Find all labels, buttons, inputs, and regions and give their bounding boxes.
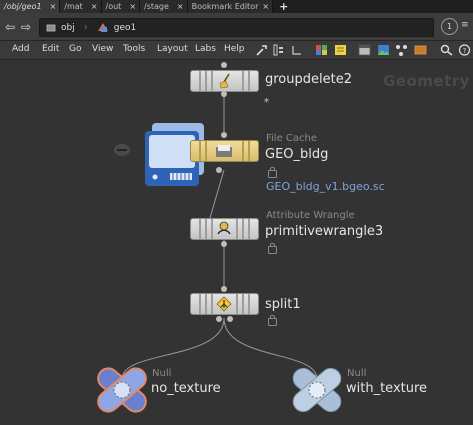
menu-help[interactable]: Help — [224, 44, 245, 54]
null-node-icon[interactable] — [287, 365, 347, 415]
node-name-label: primitivewrangle3 — [265, 224, 384, 239]
image-icon[interactable] — [377, 44, 390, 56]
node-split1[interactable] — [190, 293, 259, 315]
tab-label: /obj/geo1 — [4, 2, 42, 11]
pane-menu-icon[interactable]: ≡ — [461, 20, 469, 30]
broom-icon — [219, 73, 230, 89]
lock-icon[interactable] — [268, 315, 277, 326]
network-box-icon[interactable] — [358, 44, 371, 56]
breadcrumb-obj[interactable]: obj — [46, 23, 75, 33]
obj-context-icon — [46, 24, 56, 31]
breadcrumb-label: geo1 — [113, 22, 137, 33]
menu-tools[interactable]: Tools — [123, 44, 145, 54]
tab-label: /out — [105, 2, 122, 11]
node-name-label: no_texture — [151, 381, 221, 396]
menu-view[interactable]: View — [92, 44, 113, 54]
node-name-label: split1 — [265, 297, 301, 312]
bypass-flag-icon[interactable] — [112, 143, 132, 157]
menu-labs[interactable]: Labs — [195, 44, 216, 54]
node-name-label: with_texture — [346, 381, 428, 396]
close-icon[interactable]: × — [50, 2, 57, 11]
node-name-label: groupdelete2 — [265, 72, 352, 87]
tab-label: Bookmark Editor — [191, 2, 259, 11]
input-connector[interactable] — [221, 286, 227, 292]
output-connector[interactable] — [216, 316, 222, 322]
lock-icon[interactable] — [268, 167, 277, 178]
network-dots-icon[interactable] — [395, 44, 408, 56]
node-type-label: Attribute Wrangle — [266, 210, 355, 221]
output-connector[interactable] — [221, 91, 227, 97]
tab-label: /mat — [64, 2, 83, 11]
color-palette-icon[interactable] — [315, 44, 328, 56]
node-geo-bldg[interactable] — [190, 140, 259, 162]
node-type-label: Null — [347, 368, 367, 379]
input-connector[interactable] — [221, 132, 227, 138]
svg-text:?: ? — [463, 47, 467, 55]
output-connector[interactable] — [227, 316, 233, 322]
help-icon[interactable]: ? — [458, 44, 471, 56]
close-icon[interactable]: × — [91, 2, 98, 11]
null-node-icon[interactable] — [92, 365, 152, 415]
node-type-label: Null — [152, 368, 172, 379]
output-connector[interactable] — [216, 167, 222, 173]
group-pattern-label: * — [264, 97, 269, 108]
close-icon[interactable]: × — [129, 2, 136, 11]
node-name-label: GEO_bldg — [265, 147, 329, 162]
network-tab-bar: /obj/geo1 × /mat × /out × /stage × Bookm… — [0, 0, 473, 13]
geometry-icon — [97, 23, 108, 32]
search-icon[interactable] — [440, 44, 453, 56]
wrench-icon[interactable] — [255, 44, 268, 56]
network-path-field[interactable]: obj › geo1 — [39, 18, 434, 37]
tab-bookmark-editor[interactable]: Bookmark Editor × — [187, 0, 274, 13]
add-tab-button[interactable]: + — [273, 0, 294, 13]
menu-add[interactable]: Add — [12, 44, 29, 54]
input-connector[interactable] — [221, 62, 227, 68]
output-connector[interactable] — [221, 241, 227, 247]
node-type-label: File Cache — [266, 133, 318, 144]
breadcrumb-label: obj — [61, 22, 75, 33]
menu-go[interactable]: Go — [69, 44, 81, 54]
tab-obj-geo1[interactable]: /obj/geo1 × — [0, 0, 61, 13]
menu-layout[interactable]: Layout — [157, 44, 188, 54]
tab-stage[interactable]: /stage × — [140, 0, 188, 13]
node-wires — [121, 88, 318, 379]
network-canvas[interactable]: Geometry groupdelete2 * File Cache GEO_b… — [0, 60, 473, 425]
close-icon[interactable]: × — [177, 2, 184, 11]
sticky-note-icon[interactable] — [334, 44, 347, 56]
disk-icon — [216, 145, 232, 157]
tab-out[interactable]: /out × — [101, 0, 141, 13]
node-groupdelete2[interactable] — [190, 70, 259, 92]
split-icon — [216, 296, 232, 312]
menu-edit[interactable]: Edit — [42, 44, 59, 54]
network-menu-bar: Add Edit Go View Tools Layout Labs Help — [0, 41, 473, 60]
snap-icon[interactable] — [290, 44, 303, 56]
back-arrow-icon[interactable]: ⇦ — [5, 20, 15, 34]
subnetwork-box-icon[interactable] — [414, 44, 427, 56]
breadcrumb-geo1[interactable]: geo1 — [97, 22, 136, 33]
layout-grid-icon[interactable] — [272, 44, 285, 56]
lock-icon[interactable] — [268, 243, 277, 254]
pin-link-icon[interactable]: 1 — [441, 18, 458, 35]
close-icon[interactable]: × — [262, 2, 269, 11]
node-primitivewrangle3[interactable] — [190, 218, 259, 240]
cache-file-path[interactable]: GEO_bldg_v1.bgeo.sc — [266, 180, 385, 193]
network-context-label: Geometry — [383, 72, 470, 90]
forward-arrow-icon[interactable]: ⇨ — [21, 20, 31, 34]
wrangle-icon — [217, 221, 231, 235]
tab-mat[interactable]: /mat × — [60, 0, 102, 13]
tab-label: /stage — [144, 2, 169, 11]
breadcrumb-separator-icon: › — [83, 22, 88, 33]
path-bar: ⇦ ⇨ obj › geo1 1 ≡ — [0, 13, 473, 41]
